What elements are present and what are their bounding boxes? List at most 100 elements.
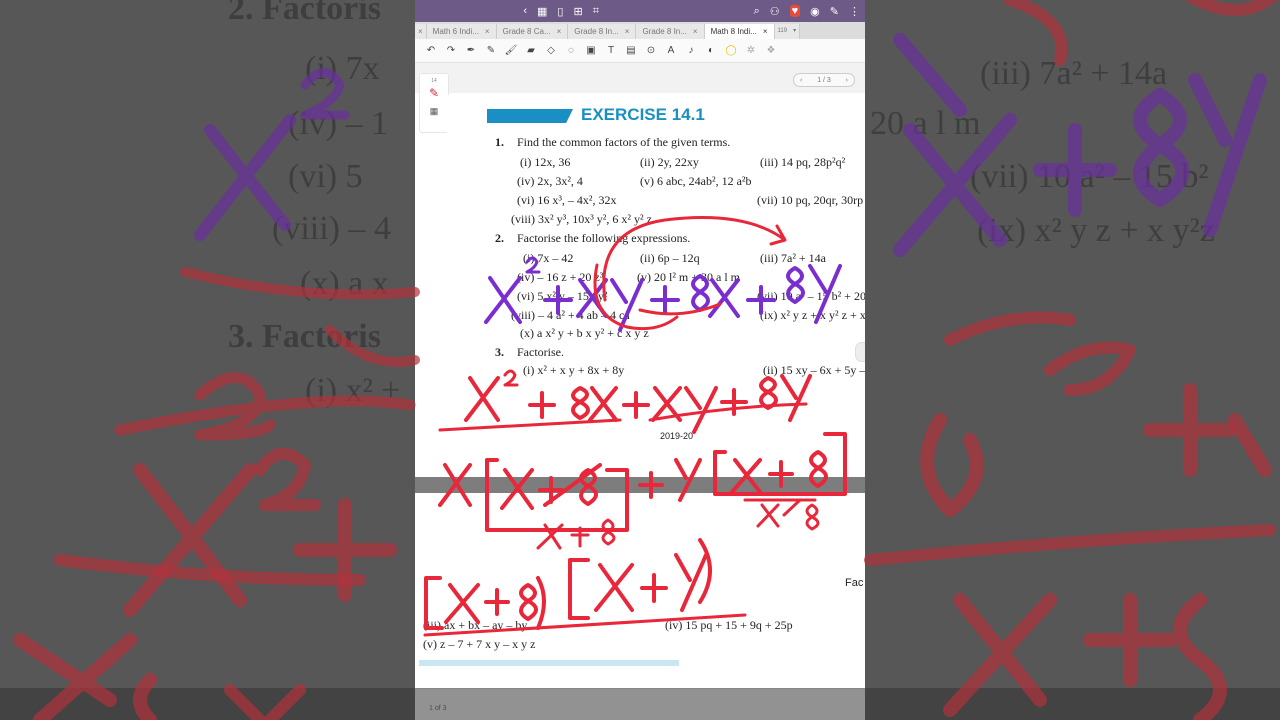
tab-math6[interactable]: Math 6 Indi... ×	[426, 24, 497, 39]
ocr-icon[interactable]: ⊙	[643, 45, 659, 56]
pdf-page-2: Fac (iii) ax + bx – ay – by (iv) 15 pq +…	[415, 493, 865, 666]
back-icon[interactable]: ‹	[523, 5, 527, 17]
tool-side-panel: 14 ✎ ▦	[419, 73, 449, 133]
redo-icon[interactable]: ↷	[443, 45, 459, 56]
q2-item: (vi) 5 x² y – 15 xy²	[517, 289, 608, 303]
search-icon[interactable]: ⌕	[754, 5, 760, 18]
tab-grade8-in-1[interactable]: Grade 8 In... ×	[568, 24, 637, 39]
q2-number: 2.	[495, 231, 504, 245]
crop-icon[interactable]: ⌗	[593, 5, 599, 18]
bg-text: (viii) – 4	[272, 210, 391, 247]
undo-icon[interactable]: ↶	[423, 45, 439, 56]
more-icon[interactable]: ⋮	[849, 5, 860, 18]
q2-item: (iii) 7a² + 14a	[760, 251, 827, 265]
mic-icon[interactable]: ♪	[683, 45, 699, 56]
q2-item: (ii) 6p – 12q	[640, 251, 700, 265]
q2-item: (vii) 10 a² – 15 b² + 20 c²	[757, 289, 865, 303]
add-page-icon[interactable]: ⊞	[573, 5, 582, 18]
page-separator	[415, 477, 865, 493]
annotation-toolbar: ↶ ↷ ✒ ✎ 🖌 ▰ ◇ ◌ ▣ T ▤ ⊙ A ♪ ◐ ◯ ✲ ❖	[415, 39, 865, 63]
grid-icon[interactable]: ▦	[537, 5, 547, 18]
bg-text: 20 a l m	[870, 105, 981, 142]
tab-grade8-ca[interactable]: Grade 8 Ca... ×	[496, 24, 569, 39]
image-icon[interactable]: ▣	[583, 45, 599, 56]
q2-item: (ix) x² y z + x y² z + x y z²	[760, 308, 865, 322]
q1-item: (i) 12x, 36	[520, 155, 571, 169]
q1-number: 1.	[495, 135, 504, 149]
tab-label: Grade 8 Ca...	[502, 27, 551, 36]
tab-count[interactable]: 119 ▾	[774, 24, 801, 39]
highlighter-icon[interactable]: ▰	[523, 45, 539, 56]
tab-label: Math 8 Indi...	[710, 27, 757, 36]
bg-text: (x) a x	[300, 265, 389, 302]
page2-item: (iii) ax + bx – ay – by	[423, 618, 528, 632]
layers-icon[interactable]: ❖	[763, 45, 779, 56]
screenshot-icon[interactable]: ▤	[623, 45, 639, 56]
settings-icon[interactable]: ✲	[743, 45, 759, 56]
eraser-icon[interactable]: ◇	[543, 45, 559, 56]
prev-page-icon[interactable]: ‹	[800, 77, 802, 84]
bg-text: (vii) 10 a² – 15 b²	[970, 158, 1209, 195]
tab-close-left[interactable]: ×	[415, 24, 427, 39]
q3-item: (ii) 15 xy – 6x + 5y – 2	[763, 363, 865, 377]
shape-icon[interactable]: ◐	[703, 45, 719, 56]
tab-label: Math 6 Indi...	[432, 27, 479, 36]
q1-text: Find the common factors of the given ter…	[517, 135, 731, 149]
bg-text: (vi) 5	[288, 158, 363, 195]
red-pen-icon[interactable]: ✎	[420, 86, 448, 100]
q2-item: (i) 7x – 42	[523, 251, 574, 265]
close-icon[interactable]: ×	[763, 24, 768, 39]
q1-item: (v) 6 abc, 24ab², 12 a²b	[640, 174, 752, 188]
bg-text: 2. Factoris	[228, 0, 381, 27]
q2-text: Factorise the following expressions.	[517, 231, 691, 245]
sticker-icon[interactable]: A	[663, 45, 679, 56]
color-picker-icon[interactable]: ◯	[723, 45, 739, 56]
tab-strip: × Math 6 Indi... × Grade 8 Ca... × Grade 8…	[415, 22, 865, 39]
background-right: (iii) 7a² + 14a 20 a l m (vii) 10 a² – 1…	[865, 0, 1280, 720]
close-icon[interactable]: ×	[485, 24, 490, 39]
tab-grade8-in-2[interactable]: Grade 8 In... ×	[636, 24, 705, 39]
tab-label: Grade 8 In...	[574, 27, 619, 36]
page2-item: (iv) 15 pq + 15 + 9q + 25p	[665, 618, 793, 632]
background-left: 2. Factoris (i) 7x (iv) – 1 (vi) 5 (viii…	[0, 0, 415, 720]
phone-screen: ‹ ▦ ▯ ⊞ ⌗ ⌕ ⚇ ♥ ◉ ✎ ⋮ × Math 6 Indi... × …	[415, 0, 865, 720]
page2-item: (v) z – 7 + 7 x y – x y z	[423, 637, 536, 651]
edit-icon[interactable]: ✎	[830, 5, 839, 18]
page-indicator-label: 1 / 3	[817, 76, 831, 84]
next-page-icon[interactable]: ›	[846, 77, 848, 84]
brush-icon[interactable]: 🖌	[503, 45, 519, 56]
tab-math8[interactable]: Math 8 Indi... ×	[704, 24, 775, 39]
pen-settings-icon[interactable]: ▦	[420, 106, 448, 117]
page-indicator[interactable]: ‹ 1 / 3 ›	[793, 73, 855, 87]
bookmark-icon[interactable]: ▯	[557, 5, 563, 18]
q2-item: (viii) – 4 a² + 4 ab – 4 ca	[511, 308, 630, 322]
heart-icon[interactable]: ♥	[789, 5, 801, 17]
q1-item: (viii) 3x² y³, 10x³ y², 6 x² y² z	[511, 212, 652, 226]
exercise-banner	[487, 109, 573, 123]
pen-icon[interactable]: ✒	[463, 45, 479, 56]
text-icon[interactable]: T	[603, 45, 619, 56]
page-year: 2019-20	[660, 431, 694, 441]
bottom-strip	[0, 688, 1280, 720]
lasso-icon[interactable]: ◌	[563, 45, 579, 56]
q2-item: (x) a x² y + b x y² + c x y z	[520, 326, 649, 340]
next-section-heading	[419, 660, 679, 666]
shirt-icon[interactable]: ⚇	[770, 5, 780, 18]
close-icon[interactable]: ×	[693, 24, 698, 39]
q1-item: (iv) 2x, 3x², 4	[517, 174, 583, 188]
bg-text: (ix) x² y z + x y²z	[977, 212, 1215, 249]
q2-item: (v) 20 l² m + 30 a l m	[637, 270, 741, 284]
page2-heading: Fac	[845, 577, 864, 589]
bg-text: (iv) – 1	[288, 105, 389, 142]
tab-label: Grade 8 In...	[642, 27, 687, 36]
pencil-icon[interactable]: ✎	[483, 45, 499, 56]
close-icon[interactable]: ×	[625, 24, 630, 39]
q1-item: (vi) 16 x³, – 4x², 32x	[517, 193, 617, 207]
q1-item: (iii) 14 pq, 28p²q²	[760, 155, 846, 169]
close-icon[interactable]: ×	[557, 24, 562, 39]
scroll-handle[interactable]	[855, 342, 865, 362]
bg-text: (i) x² +	[305, 372, 401, 409]
eye-icon[interactable]: ◉	[810, 5, 820, 18]
q2-item: (iv) – 16 z + 20 z³	[517, 270, 604, 284]
q3-number: 3.	[495, 345, 504, 359]
